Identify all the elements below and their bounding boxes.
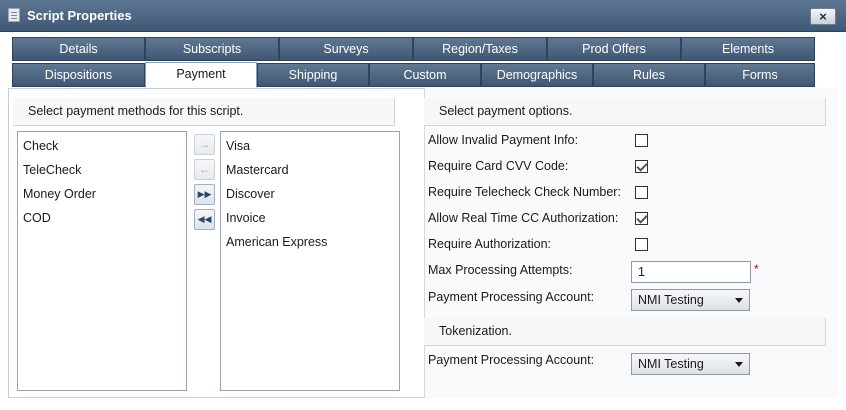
tab-custom[interactable]: Custom xyxy=(369,63,481,87)
tab-shipping[interactable]: Shipping xyxy=(257,63,369,87)
chevron-down-icon xyxy=(735,298,743,303)
payment-account-label: Payment Processing Account: xyxy=(428,290,595,304)
tab-elements[interactable]: Elements xyxy=(681,37,815,61)
payment-options-header: Select payment options. xyxy=(424,98,826,126)
payment-account-value: NMI Testing xyxy=(638,293,704,307)
available-methods-list[interactable]: Check TeleCheck Money Order COD xyxy=(17,131,187,391)
allow-realtime-auth-checkbox[interactable] xyxy=(635,212,648,225)
tab-dispositions[interactable]: Dispositions xyxy=(12,63,145,87)
tab-payment[interactable]: Payment xyxy=(145,62,257,88)
list-item[interactable]: COD xyxy=(18,206,186,230)
tab-forms[interactable]: Forms xyxy=(705,63,815,87)
chevron-down-icon xyxy=(735,362,743,367)
move-all-left-button[interactable]: ◀◀ xyxy=(194,209,215,230)
payment-account-select[interactable]: NMI Testing xyxy=(631,289,750,311)
list-item[interactable]: Money Order xyxy=(18,182,186,206)
require-cvv-checkbox[interactable] xyxy=(635,160,648,173)
token-account-value: NMI Testing xyxy=(638,357,704,371)
tab-strip: Details Subscripts Surveys Region/Taxes … xyxy=(0,32,846,88)
require-telecheck-checkbox[interactable] xyxy=(635,186,648,199)
required-marker: * xyxy=(754,262,759,276)
tab-rules[interactable]: Rules xyxy=(593,63,705,87)
require-authorization-label: Require Authorization: xyxy=(428,237,551,251)
list-item[interactable]: TeleCheck xyxy=(18,158,186,182)
selected-methods-list[interactable]: Visa Mastercard Discover Invoice America… xyxy=(220,131,400,391)
tab-region-taxes[interactable]: Region/Taxes xyxy=(413,37,547,61)
payment-methods-header: Select payment methods for this script. xyxy=(13,98,395,126)
token-account-select[interactable]: NMI Testing xyxy=(631,353,750,375)
require-cvv-label: Require Card CVV Code: xyxy=(428,159,569,173)
require-authorization-checkbox[interactable] xyxy=(635,238,648,251)
list-item[interactable]: Mastercard xyxy=(221,158,399,182)
close-button[interactable]: × xyxy=(810,8,836,25)
list-item[interactable]: Visa xyxy=(221,134,399,158)
title-bar: Script Properties × xyxy=(0,0,846,32)
tab-prod-offers[interactable]: Prod Offers xyxy=(547,37,681,61)
tokenization-header: Tokenization. xyxy=(424,318,826,346)
list-item[interactable]: Invoice xyxy=(221,206,399,230)
document-icon xyxy=(8,8,20,22)
list-item[interactable]: American Express xyxy=(221,230,399,254)
move-left-button[interactable]: ← xyxy=(194,159,215,180)
tab-surveys[interactable]: Surveys xyxy=(279,37,413,61)
max-attempts-label: Max Processing Attempts: xyxy=(428,263,573,277)
move-all-right-button[interactable]: ▶▶ xyxy=(194,184,215,205)
token-account-label: Payment Processing Account: xyxy=(428,353,595,367)
tab-details[interactable]: Details xyxy=(12,37,145,61)
require-telecheck-label: Require Telecheck Check Number: xyxy=(428,185,621,199)
window-title: Script Properties xyxy=(27,8,132,23)
max-attempts-input[interactable]: 1 xyxy=(631,261,751,283)
allow-invalid-payment-checkbox[interactable] xyxy=(635,134,648,147)
tab-demographics[interactable]: Demographics xyxy=(481,63,593,87)
tab-subscripts[interactable]: Subscripts xyxy=(145,37,279,61)
list-item[interactable]: Discover xyxy=(221,182,399,206)
list-item[interactable]: Check xyxy=(18,134,186,158)
allow-realtime-auth-label: Allow Real Time CC Authorization: xyxy=(428,211,619,225)
allow-invalid-payment-label: Allow Invalid Payment Info: xyxy=(428,133,579,147)
move-right-button[interactable]: → xyxy=(194,134,215,155)
